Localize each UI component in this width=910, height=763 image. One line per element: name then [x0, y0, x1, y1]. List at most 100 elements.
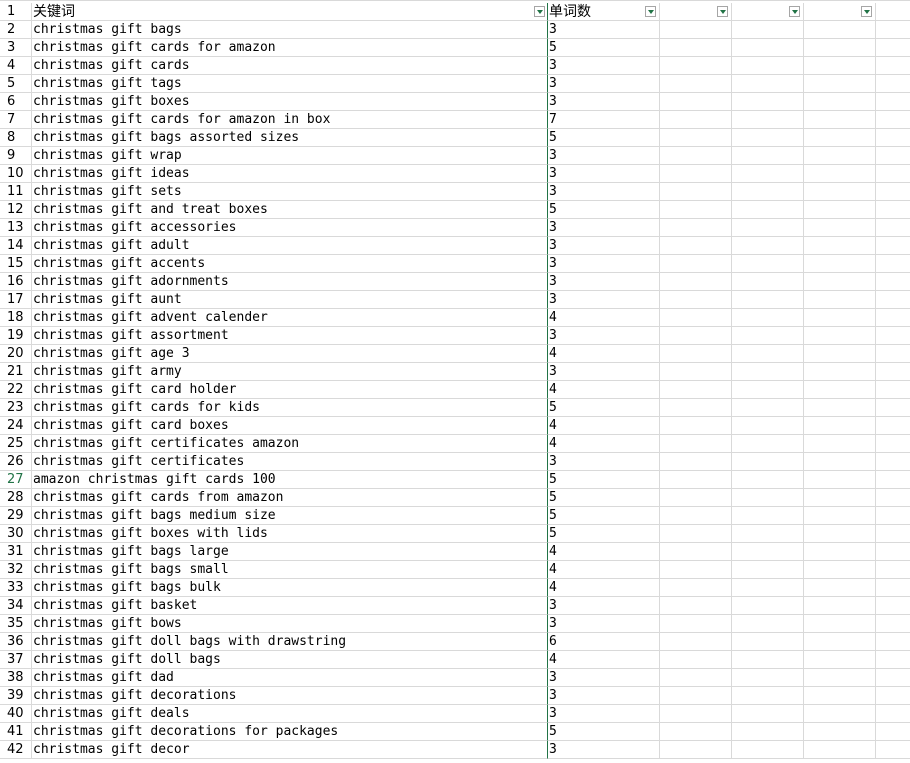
row-number[interactable]: 42	[0, 741, 32, 759]
keyword-cell[interactable]: christmas gift bags	[32, 21, 548, 39]
empty-cell[interactable]	[804, 345, 876, 363]
row-number[interactable]: 4	[0, 57, 32, 75]
empty-cell[interactable]	[804, 273, 876, 291]
empty-cell[interactable]	[660, 453, 732, 471]
empty-cell[interactable]	[876, 201, 910, 219]
row-number[interactable]: 38	[0, 669, 32, 687]
word-count-cell[interactable]: 3	[548, 219, 660, 237]
empty-cell[interactable]	[876, 579, 910, 597]
empty-cell[interactable]	[660, 489, 732, 507]
row-number[interactable]: 14	[0, 237, 32, 255]
empty-cell[interactable]	[660, 21, 732, 39]
empty-cell[interactable]	[876, 687, 910, 705]
empty-cell[interactable]	[732, 471, 804, 489]
word-count-cell[interactable]: 5	[548, 471, 660, 489]
empty-cell[interactable]	[660, 669, 732, 687]
empty-cell[interactable]	[660, 543, 732, 561]
empty-cell[interactable]	[660, 345, 732, 363]
empty-cell[interactable]	[660, 525, 732, 543]
keyword-cell[interactable]: christmas gift bags medium size	[32, 507, 548, 525]
row-number[interactable]: 36	[0, 633, 32, 651]
empty-cell[interactable]	[804, 309, 876, 327]
empty-cell[interactable]	[804, 327, 876, 345]
word-count-cell[interactable]: 3	[548, 165, 660, 183]
word-count-cell[interactable]: 3	[548, 597, 660, 615]
keyword-cell[interactable]: christmas gift aunt	[32, 291, 548, 309]
empty-cell[interactable]	[876, 129, 910, 147]
keyword-cell[interactable]: christmas gift basket	[32, 597, 548, 615]
empty-cell[interactable]	[660, 381, 732, 399]
empty-cell[interactable]	[660, 705, 732, 723]
empty-cell[interactable]	[732, 183, 804, 201]
keyword-cell[interactable]: christmas gift dad	[32, 669, 548, 687]
empty-cell[interactable]	[660, 471, 732, 489]
empty-cell[interactable]	[660, 633, 732, 651]
empty-cell[interactable]	[804, 723, 876, 741]
empty-cell[interactable]	[660, 291, 732, 309]
empty-cell[interactable]	[876, 363, 910, 381]
empty-cell[interactable]	[732, 327, 804, 345]
empty-cell[interactable]	[660, 741, 732, 759]
word-count-cell[interactable]: 3	[548, 741, 660, 759]
row-number[interactable]: 37	[0, 651, 32, 669]
empty-cell[interactable]	[732, 39, 804, 57]
empty-cell[interactable]	[876, 147, 910, 165]
filter-dropdown-icon[interactable]	[861, 6, 872, 17]
filter-dropdown-icon[interactable]	[717, 6, 728, 17]
empty-cell[interactable]	[660, 723, 732, 741]
keyword-cell[interactable]: christmas gift deals	[32, 705, 548, 723]
empty-cell[interactable]	[732, 579, 804, 597]
keyword-cell[interactable]: christmas gift cards for kids	[32, 399, 548, 417]
row-number[interactable]: 1	[0, 3, 32, 21]
empty-cell[interactable]	[804, 507, 876, 525]
header-cell-keyword[interactable]: 关键词	[32, 3, 548, 21]
empty-cell[interactable]	[876, 291, 910, 309]
row-number[interactable]: 26	[0, 453, 32, 471]
word-count-cell[interactable]: 3	[548, 57, 660, 75]
empty-cell[interactable]	[732, 543, 804, 561]
empty-cell[interactable]	[732, 237, 804, 255]
row-number[interactable]: 35	[0, 615, 32, 633]
empty-cell[interactable]	[660, 183, 732, 201]
word-count-cell[interactable]: 3	[548, 291, 660, 309]
empty-cell[interactable]	[876, 561, 910, 579]
empty-cell[interactable]	[660, 165, 732, 183]
word-count-cell[interactable]: 3	[548, 273, 660, 291]
empty-cell[interactable]	[876, 93, 910, 111]
empty-cell[interactable]	[876, 471, 910, 489]
empty-cell[interactable]	[804, 21, 876, 39]
row-number[interactable]: 30	[0, 525, 32, 543]
empty-cell[interactable]	[876, 651, 910, 669]
row-number[interactable]: 27	[0, 471, 32, 489]
keyword-cell[interactable]: christmas gift sets	[32, 183, 548, 201]
word-count-cell[interactable]: 3	[548, 687, 660, 705]
empty-cell[interactable]	[804, 525, 876, 543]
empty-cell[interactable]	[876, 255, 910, 273]
row-number[interactable]: 9	[0, 147, 32, 165]
empty-cell[interactable]	[804, 597, 876, 615]
keyword-cell[interactable]: christmas gift decorations	[32, 687, 548, 705]
row-number[interactable]: 3	[0, 39, 32, 57]
word-count-cell[interactable]: 4	[548, 345, 660, 363]
empty-cell[interactable]	[876, 183, 910, 201]
empty-cell[interactable]	[804, 399, 876, 417]
keyword-cell[interactable]: christmas gift bags assorted sizes	[32, 129, 548, 147]
empty-cell[interactable]	[732, 597, 804, 615]
empty-cell[interactable]	[660, 255, 732, 273]
word-count-cell[interactable]: 3	[548, 615, 660, 633]
empty-cell[interactable]	[660, 93, 732, 111]
empty-cell[interactable]	[876, 399, 910, 417]
keyword-cell[interactable]: christmas gift decor	[32, 741, 548, 759]
empty-cell[interactable]	[660, 201, 732, 219]
spreadsheet-grid[interactable]: 1 关键词 单词数 2 christmas gift bags 3 3 christma…	[0, 0, 910, 763]
empty-cell[interactable]	[660, 417, 732, 435]
keyword-cell[interactable]: christmas gift boxes with lids	[32, 525, 548, 543]
empty-cell[interactable]	[804, 111, 876, 129]
empty-cell[interactable]	[732, 651, 804, 669]
empty-cell[interactable]	[732, 21, 804, 39]
empty-cell[interactable]	[876, 615, 910, 633]
word-count-cell[interactable]: 4	[548, 309, 660, 327]
empty-cell[interactable]	[732, 741, 804, 759]
empty-cell[interactable]	[876, 597, 910, 615]
empty-cell[interactable]	[732, 363, 804, 381]
